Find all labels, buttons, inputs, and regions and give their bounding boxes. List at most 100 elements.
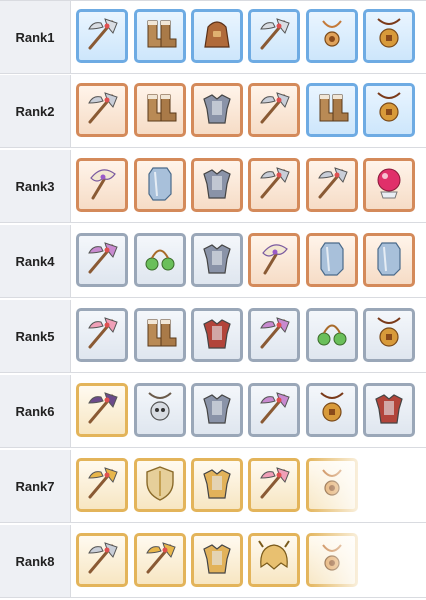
equipment-slot[interactable] (306, 83, 358, 137)
armor-icon (196, 162, 238, 209)
gold-axe-icon (81, 462, 123, 509)
cape-armor-icon (196, 312, 238, 359)
equipment-slot[interactable] (248, 233, 300, 287)
equipment-slot[interactable] (134, 158, 186, 212)
rank-row: Rank3 (0, 150, 426, 223)
equipment-slot[interactable] (134, 83, 186, 137)
equipment-slot[interactable] (363, 308, 415, 362)
rank-label: Rank3 (15, 178, 55, 194)
equipment-slot[interactable] (134, 233, 186, 287)
equipment-slot[interactable] (191, 308, 243, 362)
rank-equipment-table: Rank1 Rank2 Rank3 Rank4 Rank5 Rank6 Rank7 Rank8 (0, 0, 426, 600)
equipment-slot[interactable] (76, 233, 128, 287)
equipment-slot[interactable] (134, 308, 186, 362)
rank-label: Rank5 (15, 328, 55, 344)
crystal-icon (139, 162, 181, 209)
winged-axe-icon (253, 387, 295, 434)
beads-icon (139, 237, 181, 284)
axe-icon (253, 13, 295, 60)
battle-axe-icon (253, 162, 295, 209)
equipment-slot[interactable] (306, 308, 358, 362)
boots-icon (311, 87, 353, 134)
equipment-slot[interactable] (248, 533, 300, 587)
gold-axe-icon (139, 537, 181, 584)
armor-icon (196, 87, 238, 134)
star-axe-icon (81, 312, 123, 359)
watermark-fade (306, 450, 426, 522)
rank-items (76, 150, 426, 222)
equipment-slot[interactable] (134, 533, 186, 587)
equipment-slot[interactable] (76, 458, 128, 512)
equipment-slot[interactable] (191, 158, 243, 212)
helmet-icon (253, 537, 295, 584)
equipment-slot[interactable] (363, 9, 415, 63)
equipment-slot[interactable] (306, 233, 358, 287)
equipment-slot[interactable] (134, 458, 186, 512)
rank-items (76, 375, 426, 447)
fan-staff-icon (253, 237, 295, 284)
equipment-slot[interactable] (248, 158, 300, 212)
equipment-slot[interactable] (76, 308, 128, 362)
crystal-icon (311, 237, 353, 284)
rank-label: Rank4 (15, 253, 55, 269)
equipment-slot[interactable] (306, 383, 358, 437)
armor-icon (196, 237, 238, 284)
rank-label: Rank8 (15, 553, 55, 569)
battle-axe-icon (311, 162, 353, 209)
equipment-slot[interactable] (76, 9, 128, 63)
equipment-slot[interactable] (191, 533, 243, 587)
rank-row: Rank5 (0, 300, 426, 373)
equipment-slot[interactable] (363, 158, 415, 212)
rank-row: Rank8 (0, 525, 426, 598)
skull-amulet-icon (139, 387, 181, 434)
rank-label: Rank2 (15, 103, 55, 119)
rank-row: Rank7 (0, 450, 426, 523)
gold-armor-icon (196, 537, 238, 584)
equipment-slot[interactable] (248, 383, 300, 437)
winged-axe-icon (253, 312, 295, 359)
equipment-slot[interactable] (191, 233, 243, 287)
coin-pendant-icon (368, 312, 410, 359)
rank-label-cell: Rank4 (0, 225, 71, 297)
equipment-slot[interactable] (76, 158, 128, 212)
battle-axe-icon (253, 87, 295, 134)
equipment-slot[interactable] (76, 383, 128, 437)
rank-items (76, 300, 426, 372)
rank-label-cell: Rank7 (0, 450, 71, 522)
rank-items (76, 1, 426, 73)
equipment-slot[interactable] (248, 83, 300, 137)
rank-label-cell: Rank2 (0, 75, 71, 147)
equipment-slot[interactable] (306, 9, 358, 63)
equipment-slot[interactable] (134, 383, 186, 437)
rank-label-cell: Rank6 (0, 375, 71, 447)
rank-label: Rank6 (15, 403, 55, 419)
amulet-icon (311, 13, 353, 60)
boots-icon (139, 13, 181, 60)
rank-label-cell: Rank1 (0, 1, 71, 73)
equipment-slot[interactable] (191, 83, 243, 137)
equipment-slot[interactable] (363, 83, 415, 137)
equipment-slot[interactable] (248, 458, 300, 512)
battle-axe-icon (81, 87, 123, 134)
coin-pendant-icon (311, 387, 353, 434)
equipment-slot[interactable] (191, 458, 243, 512)
equipment-slot[interactable] (134, 9, 186, 63)
axe-icon (81, 13, 123, 60)
rank-label-cell: Rank3 (0, 150, 71, 222)
equipment-slot[interactable] (363, 383, 415, 437)
battle-axe-icon (81, 537, 123, 584)
equipment-slot[interactable] (76, 533, 128, 587)
equipment-slot[interactable] (363, 233, 415, 287)
equipment-slot[interactable] (191, 9, 243, 63)
equipment-slot[interactable] (76, 83, 128, 137)
beads-icon (311, 312, 353, 359)
equipment-slot[interactable] (306, 158, 358, 212)
crystal-icon (368, 237, 410, 284)
rank-label-cell: Rank5 (0, 300, 71, 372)
fan-staff-icon (81, 162, 123, 209)
equipment-slot[interactable] (248, 308, 300, 362)
equipment-slot[interactable] (191, 383, 243, 437)
winged-axe-icon (81, 237, 123, 284)
rank-row: Rank6 (0, 375, 426, 448)
equipment-slot[interactable] (248, 9, 300, 63)
